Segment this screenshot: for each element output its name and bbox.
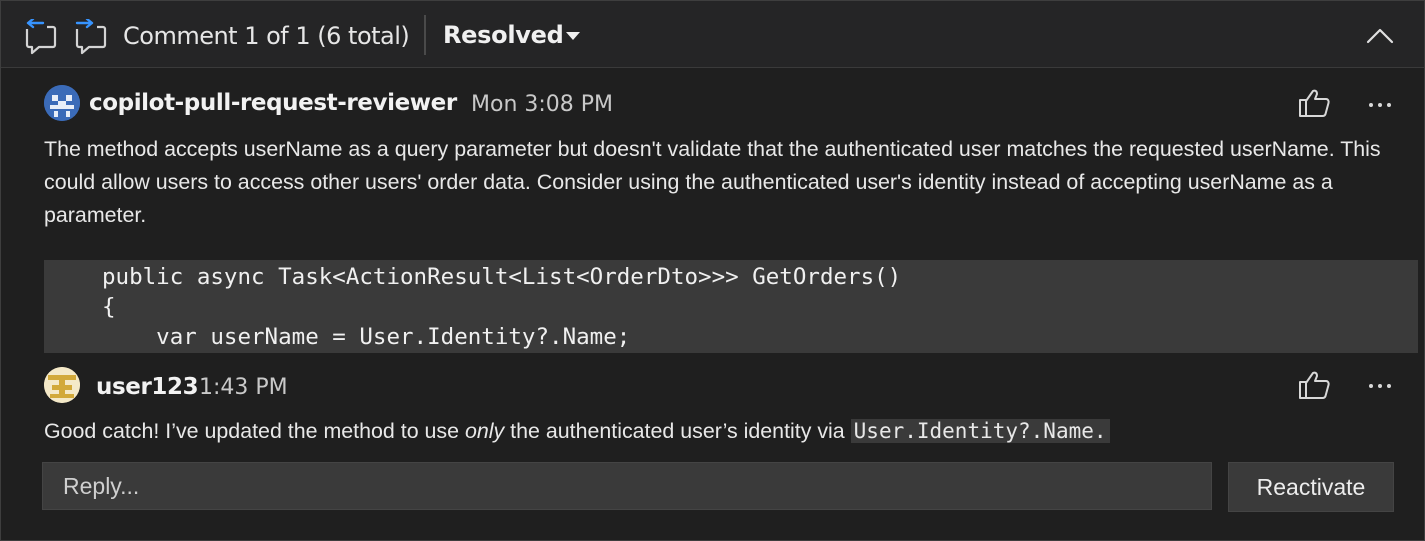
thumbs-up-icon[interactable] [1297,88,1331,118]
reply-input[interactable] [42,462,1212,510]
comment-timestamp: 1:43 PM [199,375,288,400]
comment-count-label: Comment 1 of 1 (6 total) [123,22,410,50]
code-line: { [102,294,116,320]
comment-body-text: Good catch! I’ve updated the method to u… [44,419,465,443]
comment-timestamp: Mon 3:08 PM [471,92,614,117]
reactivate-button[interactable]: Reactivate [1228,462,1394,512]
more-options-icon[interactable] [1367,100,1397,110]
more-options-icon[interactable] [1367,381,1397,391]
header-divider [424,15,426,55]
avatar [44,367,80,403]
inline-code: User.Identity?.Name. [850,419,1110,443]
previous-comment-icon[interactable] [23,19,57,55]
status-dropdown[interactable]: Resolved [443,21,564,49]
thread-header: Comment 1 of 1 (6 total) Resolved [1,1,1424,68]
comment-author[interactable]: user123 [96,374,199,400]
comment-thread-panel: Comment 1 of 1 (6 total) Resolved copilo… [0,0,1425,541]
thread-content: copilot-pull-request-reviewer Mon 3:08 P… [7,68,1418,540]
comment-body-text: the authenticated user’s identity via [504,419,851,443]
code-block: public async Task<ActionResult<List<Orde… [44,260,1418,353]
thumbs-up-icon[interactable] [1297,370,1331,400]
chevron-down-icon[interactable] [566,32,580,40]
avatar [44,85,80,121]
chevron-up-icon[interactable] [1365,25,1395,47]
comment-body: Good catch! I’ve updated the method to u… [44,415,1394,448]
code-line: public async Task<ActionResult<List<Orde… [102,264,902,290]
comment-author[interactable]: copilot-pull-request-reviewer [89,90,457,116]
comment-body: The method accepts userName as a query p… [44,137,1381,227]
code-line: var userName = User.Identity?.Name; [102,324,631,350]
emphasis-text: only [464,419,505,443]
next-comment-icon[interactable] [73,19,107,55]
